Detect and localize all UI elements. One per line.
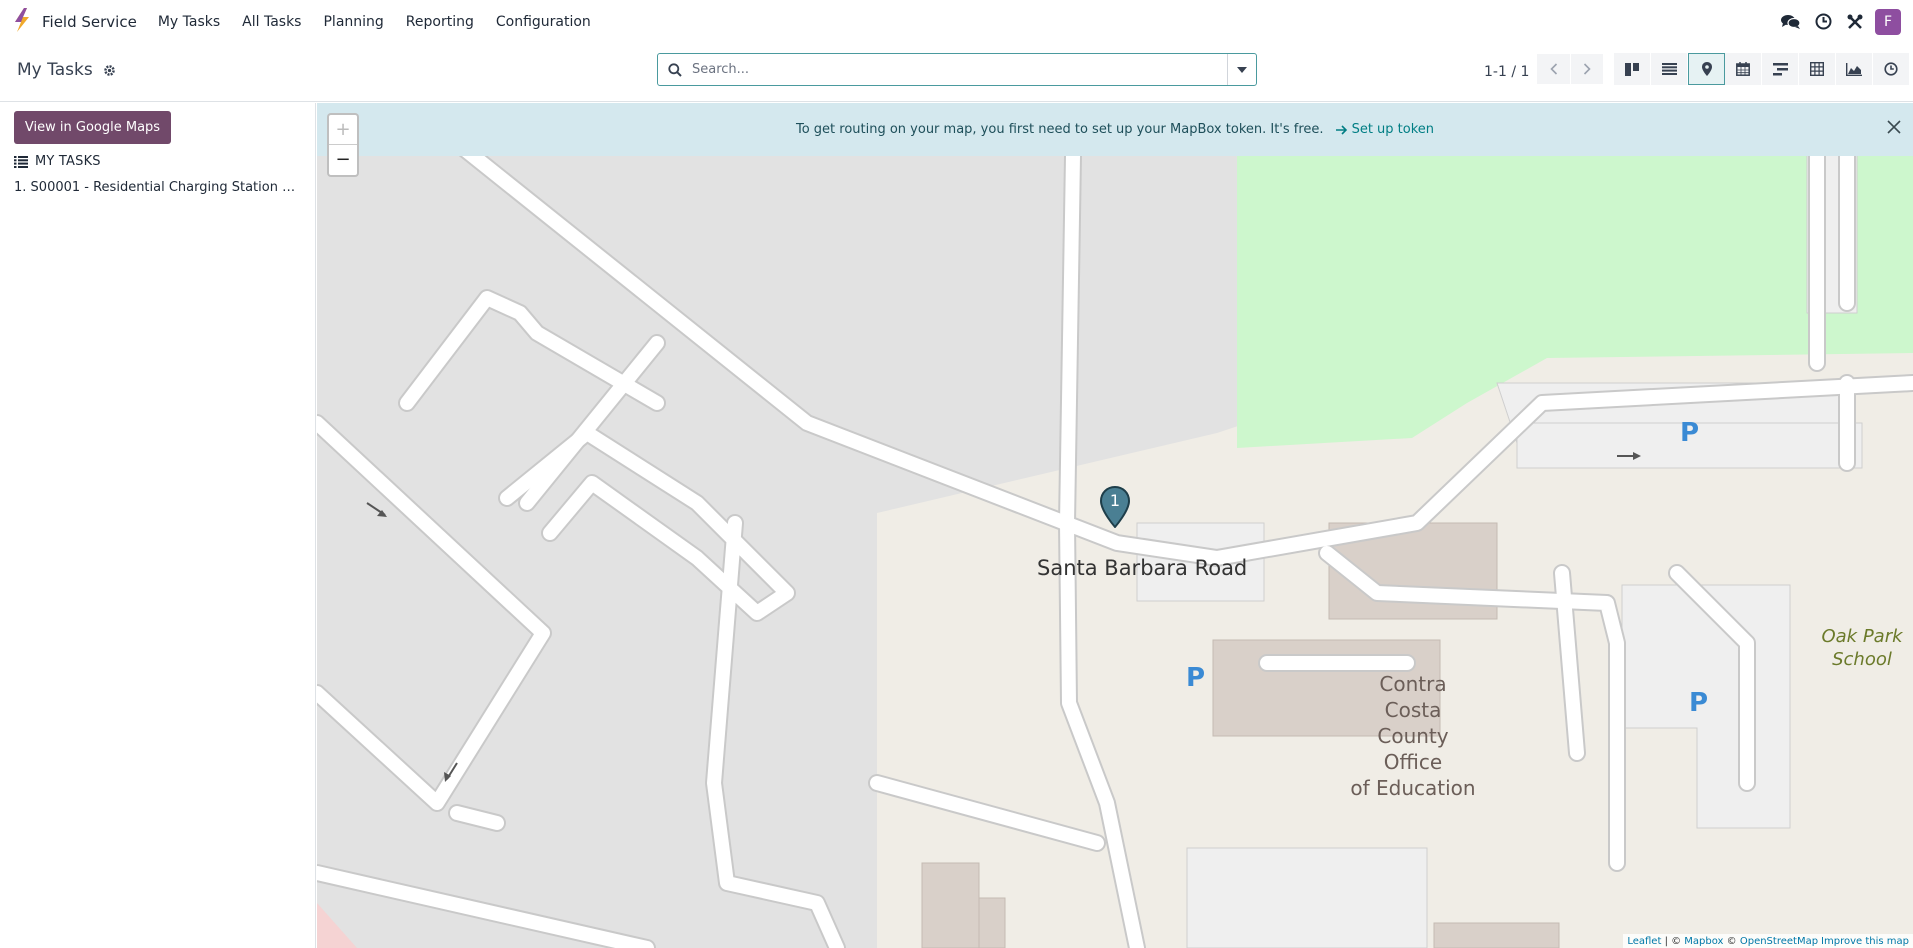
- building-label-line: of Education: [1350, 776, 1476, 800]
- map-marker-icon: [1701, 62, 1712, 76]
- menu-my-tasks[interactable]: My Tasks: [147, 14, 231, 30]
- top-navbar: Field Service My Tasks All Tasks Plannin…: [0, 0, 1913, 43]
- map-attribution: Leaflet | © Mapbox © OpenStreetMap Impro…: [1623, 934, 1913, 948]
- zoom-out-button[interactable]: −: [329, 144, 357, 173]
- search-icon: [658, 62, 692, 77]
- messages-icon[interactable]: [1775, 14, 1807, 30]
- activity-clock-icon: [1884, 62, 1898, 76]
- attribution-separator: ©: [1723, 935, 1740, 947]
- building-label-line: Costa: [1384, 698, 1442, 722]
- search-bar: [657, 53, 1257, 86]
- calendar-view-button[interactable]: [1725, 53, 1762, 85]
- set-up-token-link[interactable]: Set up token: [1335, 122, 1434, 137]
- improve-map-link[interactable]: Improve this map: [1821, 936, 1909, 947]
- activity-clock-icon[interactable]: [1807, 13, 1839, 30]
- user-avatar[interactable]: F: [1875, 8, 1901, 35]
- tools-icon[interactable]: [1839, 14, 1871, 30]
- pager-value[interactable]: 1-1 / 1: [1484, 64, 1529, 80]
- graph-view-button[interactable]: [1836, 53, 1873, 85]
- parking-icon: P: [1680, 418, 1700, 448]
- caret-down-icon: [1237, 66, 1247, 73]
- kanban-icon: [1624, 62, 1639, 76]
- arrow-right-icon: [1335, 124, 1347, 135]
- road-label: Santa Barbara Road: [1037, 556, 1248, 580]
- leaflet-link[interactable]: Leaflet: [1627, 936, 1661, 947]
- control-panel: My Tasks 1-1 / 1: [0, 43, 1913, 102]
- breadcrumb: My Tasks: [17, 60, 116, 80]
- menu-configuration[interactable]: Configuration: [485, 14, 602, 30]
- openstreetmap-link[interactable]: OpenStreetMap: [1740, 936, 1818, 947]
- zoom-in-button[interactable]: +: [329, 115, 357, 144]
- task-name[interactable]: S00001 - Residential Charging Station Ce…: [31, 180, 304, 195]
- kanban-view-button[interactable]: [1614, 53, 1651, 85]
- chevron-left-icon: [1550, 63, 1557, 75]
- activity-view-button[interactable]: [1873, 53, 1910, 85]
- gantt-icon: [1772, 62, 1788, 75]
- close-icon[interactable]: [1887, 120, 1901, 134]
- attribution-separator: | ©: [1661, 935, 1685, 947]
- page-title: My Tasks: [17, 60, 93, 80]
- map-view-button[interactable]: [1688, 53, 1725, 85]
- building-label-line: Office: [1383, 750, 1443, 774]
- building-label-line: County: [1377, 724, 1449, 748]
- calendar-icon: [1736, 62, 1750, 76]
- mapbox-link[interactable]: Mapbox: [1684, 936, 1723, 947]
- parking-icon: P: [1689, 688, 1709, 718]
- mapbox-token-alert: To get routing on your map, you first ne…: [317, 103, 1913, 156]
- list-item[interactable]: 1. S00001 - Residential Charging Station…: [14, 180, 304, 195]
- task-list-title: MY TASKS: [35, 154, 101, 169]
- marker-number: 1: [1109, 491, 1121, 510]
- task-map-marker[interactable]: 1: [1099, 485, 1131, 529]
- chevron-right-icon: [1584, 63, 1592, 75]
- app-brand[interactable]: Field Service: [12, 7, 147, 36]
- systray: F: [1775, 0, 1913, 43]
- set-up-token-label[interactable]: Set up token: [1352, 122, 1434, 137]
- task-list-header: MY TASKS: [14, 154, 101, 169]
- search-options-toggle[interactable]: [1227, 54, 1256, 85]
- list-icon: [1661, 63, 1677, 75]
- view-in-google-maps-button[interactable]: View in Google Maps: [14, 111, 171, 144]
- field-service-logo-icon: [12, 7, 32, 36]
- list-icon: [14, 155, 28, 168]
- pager-previous-button[interactable]: [1537, 54, 1571, 84]
- view-switcher: [1614, 53, 1910, 85]
- school-label-line: School: [1832, 649, 1892, 670]
- map-sidebar: View in Google Maps MY TASKS 1. S00001 -…: [0, 103, 316, 948]
- school-label: Oak Park School: [1817, 625, 1907, 671]
- menu-planning[interactable]: Planning: [312, 14, 394, 30]
- parking-icon: P: [1186, 663, 1206, 693]
- pager-next-button[interactable]: [1570, 54, 1604, 84]
- building-label-line: Contra: [1379, 672, 1447, 696]
- task-index: 1.: [14, 180, 27, 195]
- app-name[interactable]: Field Service: [42, 13, 137, 31]
- main-menu: My Tasks All Tasks Planning Reporting Co…: [147, 14, 602, 30]
- zoom-control: + −: [327, 113, 359, 177]
- menu-all-tasks[interactable]: All Tasks: [231, 14, 312, 30]
- menu-reporting[interactable]: Reporting: [395, 14, 485, 30]
- area-chart-icon: [1846, 62, 1862, 76]
- list-view-button[interactable]: [1651, 53, 1688, 85]
- pivot-table-icon: [1810, 62, 1824, 76]
- gear-icon[interactable]: [103, 64, 116, 77]
- pager: 1-1 / 1: [1484, 54, 1604, 84]
- search-input[interactable]: [692, 62, 1227, 77]
- alert-message: To get routing on your map, you first ne…: [795, 122, 1324, 137]
- gantt-view-button[interactable]: [1762, 53, 1799, 85]
- school-label-line: Oak Park: [1821, 626, 1903, 647]
- building-label: Contra Costa County Office of Education: [1329, 671, 1497, 801]
- map-canvas[interactable]: Santa Barbara Road Contra Costa County O…: [317, 103, 1913, 948]
- pivot-view-button[interactable]: [1799, 53, 1836, 85]
